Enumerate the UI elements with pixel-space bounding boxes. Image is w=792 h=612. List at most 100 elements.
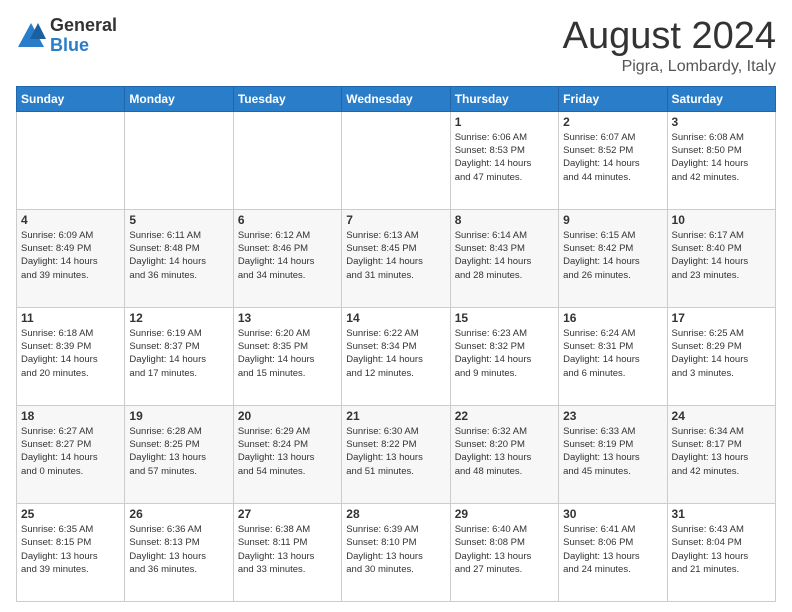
calendar-cell: 3Sunrise: 6:08 AM Sunset: 8:50 PM Daylig… [667,111,775,209]
day-info: Sunrise: 6:06 AM Sunset: 8:53 PM Dayligh… [455,131,554,184]
calendar-cell: 26Sunrise: 6:36 AM Sunset: 8:13 PM Dayli… [125,503,233,601]
calendar-cell: 25Sunrise: 6:35 AM Sunset: 8:15 PM Dayli… [17,503,125,601]
day-number: 23 [563,409,662,423]
day-info: Sunrise: 6:17 AM Sunset: 8:40 PM Dayligh… [672,229,771,282]
day-info: Sunrise: 6:09 AM Sunset: 8:49 PM Dayligh… [21,229,120,282]
day-number: 21 [346,409,445,423]
day-info: Sunrise: 6:28 AM Sunset: 8:25 PM Dayligh… [129,425,228,478]
day-number: 6 [238,213,337,227]
day-number: 30 [563,507,662,521]
day-header-friday: Friday [559,86,667,111]
page: General Blue August 2024 Pigra, Lombardy… [0,0,792,612]
calendar-cell: 14 Sunrise: 6:22 AM Sunset: 8:34 PM Dayli… [342,307,450,405]
day-number: 18 [21,409,120,423]
day-info: Sunrise: 6:33 AM Sunset: 8:19 PM Dayligh… [563,425,662,478]
day-number: 14 [346,311,445,325]
day-number: 19 [129,409,228,423]
day-number: 31 [672,507,771,521]
day-info: Sunrise: 6:32 AM Sunset: 8:20 PM Dayligh… [455,425,554,478]
day-info: Sunrise: 6:12 AM Sunset: 8:46 PM Dayligh… [238,229,337,282]
day-info: Sunrise: 6:08 AM Sunset: 8:50 PM Dayligh… [672,131,771,184]
logo-icon [16,21,46,51]
calendar-cell: 29 Sunrise: 6:40 AM Sunset: 8:08 PM Dayli… [450,503,558,601]
day-info: Sunrise: 6:19 AM Sunset: 8:37 PM Dayligh… [129,327,228,380]
calendar-header-row: SundayMondayTuesdayWednesdayThursdayFrid… [17,86,776,111]
calendar-cell: 30 Sunrise: 6:41 AM Sunset: 8:06 PM Dayli… [559,503,667,601]
logo: General Blue [16,16,117,56]
calendar-cell [342,111,450,209]
day-number: 20 [238,409,337,423]
calendar-cell: 19 Sunrise: 6:28 AM Sunset: 8:25 PM Dayli… [125,405,233,503]
day-info: Sunrise: 6:36 AM Sunset: 8:13 PM Dayligh… [129,523,228,576]
day-number: 5 [129,213,228,227]
day-number: 29 [455,507,554,521]
day-number: 8 [455,213,554,227]
header: General Blue August 2024 Pigra, Lombardy… [16,16,776,76]
day-header-saturday: Saturday [667,86,775,111]
calendar-cell [125,111,233,209]
day-info: Sunrise: 6:41 AM Sunset: 8:06 PM Dayligh… [563,523,662,576]
day-info: Sunrise: 6:34 AM Sunset: 8:17 PM Dayligh… [672,425,771,478]
day-header-sunday: Sunday [17,86,125,111]
logo-blue: Blue [50,36,117,56]
day-info: Sunrise: 6:27 AM Sunset: 8:27 PM Dayligh… [21,425,120,478]
month-title: August 2024 [563,16,776,58]
week-row-4: 18 Sunrise: 6:27 AM Sunset: 8:27 PM Dayli… [17,405,776,503]
day-info: Sunrise: 6:07 AM Sunset: 8:52 PM Dayligh… [563,131,662,184]
day-header-tuesday: Tuesday [233,86,341,111]
calendar-cell: 6 Sunrise: 6:12 AM Sunset: 8:46 PM Daylig… [233,209,341,307]
day-info: Sunrise: 6:18 AM Sunset: 8:39 PM Dayligh… [21,327,120,380]
day-header-wednesday: Wednesday [342,86,450,111]
calendar-cell: 21 Sunrise: 6:30 AM Sunset: 8:22 PM Dayli… [342,405,450,503]
day-number: 16 [563,311,662,325]
calendar-table: SundayMondayTuesdayWednesdayThursdayFrid… [16,86,776,602]
day-info: Sunrise: 6:39 AM Sunset: 8:10 PM Dayligh… [346,523,445,576]
calendar-cell: 13Sunrise: 6:20 AM Sunset: 8:35 PM Dayli… [233,307,341,405]
day-number: 15 [455,311,554,325]
day-number: 27 [238,507,337,521]
calendar-cell: 27Sunrise: 6:38 AM Sunset: 8:11 PM Dayli… [233,503,341,601]
calendar-cell [233,111,341,209]
day-info: Sunrise: 6:14 AM Sunset: 8:43 PM Dayligh… [455,229,554,282]
week-row-3: 11 Sunrise: 6:18 AM Sunset: 8:39 PM Dayli… [17,307,776,405]
day-number: 22 [455,409,554,423]
calendar-cell: 7Sunrise: 6:13 AM Sunset: 8:45 PM Daylig… [342,209,450,307]
day-number: 28 [346,507,445,521]
day-number: 17 [672,311,771,325]
calendar-cell: 9 Sunrise: 6:15 AM Sunset: 8:42 PM Daylig… [559,209,667,307]
calendar-cell: 20 Sunrise: 6:29 AM Sunset: 8:24 PM Dayli… [233,405,341,503]
title-block: August 2024 Pigra, Lombardy, Italy [563,16,776,76]
day-info: Sunrise: 6:23 AM Sunset: 8:32 PM Dayligh… [455,327,554,380]
calendar-cell: 11 Sunrise: 6:18 AM Sunset: 8:39 PM Dayli… [17,307,125,405]
day-info: Sunrise: 6:30 AM Sunset: 8:22 PM Dayligh… [346,425,445,478]
day-info: Sunrise: 6:13 AM Sunset: 8:45 PM Dayligh… [346,229,445,282]
logo-general: General [50,16,117,36]
calendar-cell: 8 Sunrise: 6:14 AM Sunset: 8:43 PM Daylig… [450,209,558,307]
calendar-cell: 18 Sunrise: 6:27 AM Sunset: 8:27 PM Dayli… [17,405,125,503]
day-number: 12 [129,311,228,325]
day-info: Sunrise: 6:29 AM Sunset: 8:24 PM Dayligh… [238,425,337,478]
day-info: Sunrise: 6:20 AM Sunset: 8:35 PM Dayligh… [238,327,337,380]
calendar-cell: 31 Sunrise: 6:43 AM Sunset: 8:04 PM Dayli… [667,503,775,601]
day-info: Sunrise: 6:43 AM Sunset: 8:04 PM Dayligh… [672,523,771,576]
calendar-cell: 10 Sunrise: 6:17 AM Sunset: 8:40 PM Dayli… [667,209,775,307]
calendar-cell: 4Sunrise: 6:09 AM Sunset: 8:49 PM Daylig… [17,209,125,307]
day-info: Sunrise: 6:40 AM Sunset: 8:08 PM Dayligh… [455,523,554,576]
week-row-5: 25Sunrise: 6:35 AM Sunset: 8:15 PM Dayli… [17,503,776,601]
day-number: 9 [563,213,662,227]
calendar-cell: 1 Sunrise: 6:06 AM Sunset: 8:53 PM Daylig… [450,111,558,209]
day-number: 11 [21,311,120,325]
day-info: Sunrise: 6:22 AM Sunset: 8:34 PM Dayligh… [346,327,445,380]
day-info: Sunrise: 6:15 AM Sunset: 8:42 PM Dayligh… [563,229,662,282]
day-number: 10 [672,213,771,227]
day-info: Sunrise: 6:11 AM Sunset: 8:48 PM Dayligh… [129,229,228,282]
logo-text: General Blue [50,16,117,56]
day-info: Sunrise: 6:35 AM Sunset: 8:15 PM Dayligh… [21,523,120,576]
day-header-monday: Monday [125,86,233,111]
location: Pigra, Lombardy, Italy [563,58,776,76]
calendar-cell: 22 Sunrise: 6:32 AM Sunset: 8:20 PM Dayli… [450,405,558,503]
week-row-1: 1 Sunrise: 6:06 AM Sunset: 8:53 PM Daylig… [17,111,776,209]
week-row-2: 4Sunrise: 6:09 AM Sunset: 8:49 PM Daylig… [17,209,776,307]
day-number: 1 [455,115,554,129]
day-info: Sunrise: 6:25 AM Sunset: 8:29 PM Dayligh… [672,327,771,380]
